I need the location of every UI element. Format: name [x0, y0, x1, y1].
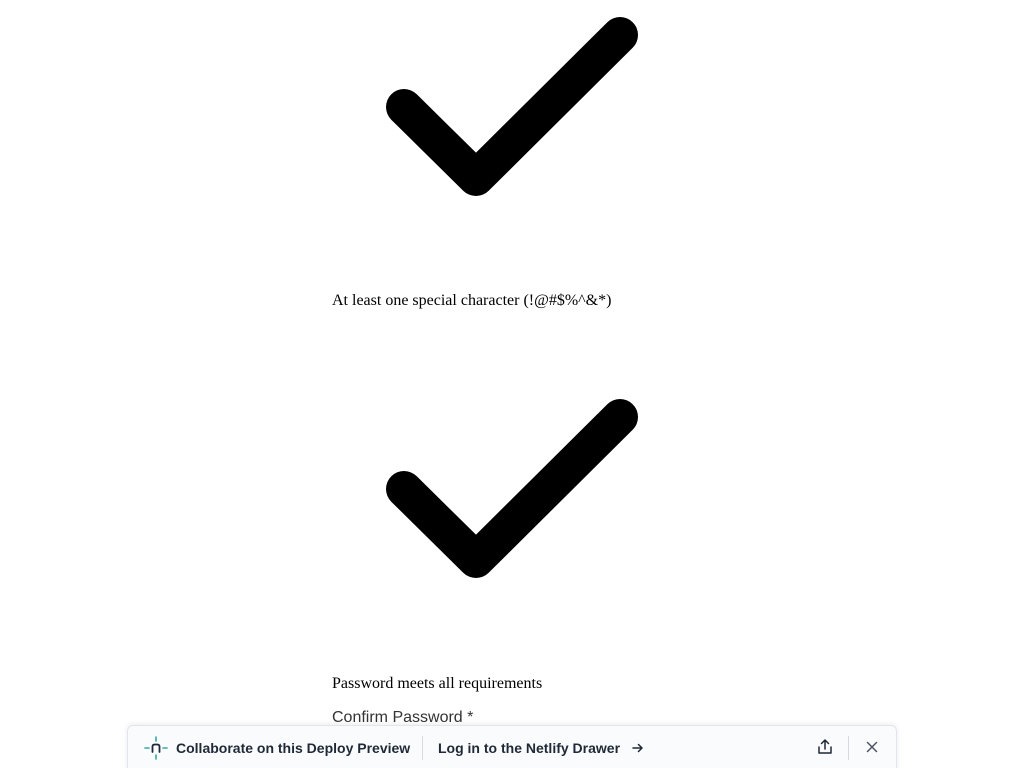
- share-icon[interactable]: [816, 738, 834, 756]
- login-link-label: Log in to the Netlify Drawer: [438, 740, 621, 756]
- page: At least one special character (!@#$%^&*…: [0, 0, 1024, 768]
- checkmark-icon: [382, 15, 642, 200]
- collaborate-text: Collaborate on this Deploy Preview: [176, 740, 411, 756]
- netlify-logo-icon: [144, 736, 168, 760]
- requirement-special-char: At least one special character (!@#$%^&*…: [332, 292, 612, 309]
- netlify-drawer-bar: Collaborate on this Deploy Preview Log i…: [127, 725, 897, 768]
- login-link[interactable]: Log in to the Netlify Drawer: [438, 738, 644, 758]
- checkmark-icon: [382, 397, 642, 582]
- requirement-all-met: Password meets all requirements: [332, 675, 543, 692]
- divider: [848, 736, 849, 760]
- close-icon[interactable]: [865, 740, 879, 754]
- arrow-right-icon: [632, 742, 644, 754]
- divider: [422, 736, 423, 760]
